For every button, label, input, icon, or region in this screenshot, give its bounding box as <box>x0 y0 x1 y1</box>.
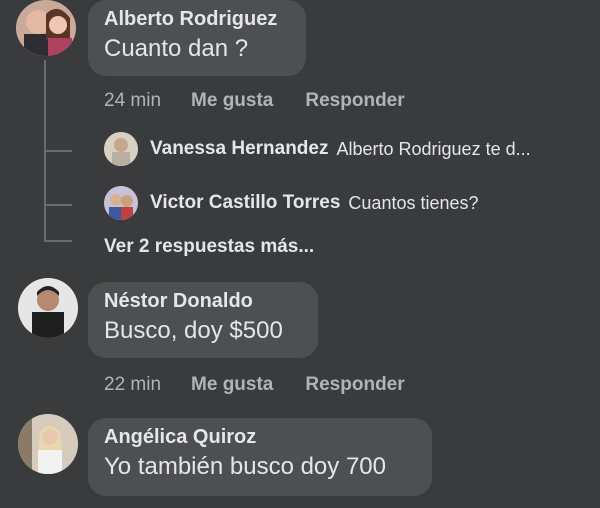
comment-author[interactable]: Néstor Donaldo <box>104 290 302 313</box>
reply-text: Alberto Rodriguez te d... <box>336 138 531 159</box>
like-button[interactable]: Me gusta <box>191 90 273 112</box>
comment-bubble: Angélica Quiroz Yo también busco doy 700 <box>88 418 432 496</box>
comment-time[interactable]: 22 min <box>104 374 161 396</box>
view-more-replies-link[interactable]: Ver 2 respuestas más... <box>104 236 314 258</box>
reply-button[interactable]: Responder <box>305 374 404 396</box>
avatar-couple-photo <box>16 0 76 56</box>
avatar-angelica[interactable] <box>18 414 78 474</box>
avatar-nestor[interactable] <box>18 278 78 338</box>
avatar-photo <box>18 414 78 474</box>
comment-text: Cuanto dan ? <box>104 35 249 62</box>
avatar-photo <box>18 278 78 338</box>
avatar-photo <box>104 186 138 220</box>
avatar-alberto[interactable] <box>16 0 76 56</box>
comment-author[interactable]: Angélica Quiroz <box>104 426 416 449</box>
thread-branch <box>44 240 72 242</box>
reply-author[interactable]: Vanessa Hernandez <box>150 138 328 160</box>
comment-actions: 24 min Me gusta Responder <box>104 90 405 112</box>
comment-bubble: Alberto Rodriguez Cuanto dan ? <box>88 0 306 76</box>
comment-text: Busco, doy $500 <box>104 317 283 344</box>
like-button[interactable]: Me gusta <box>191 374 273 396</box>
avatar-vanessa[interactable] <box>104 132 138 166</box>
reply-text: Cuantos tienes? <box>348 192 479 213</box>
comment-bubble: Néstor Donaldo Busco, doy $500 <box>88 282 318 358</box>
thread-branch <box>44 204 72 206</box>
thread-branch <box>44 150 72 152</box>
reply-button[interactable]: Responder <box>305 90 404 112</box>
avatar-photo <box>104 132 138 166</box>
avatar-victor[interactable] <box>104 186 138 220</box>
comment-actions: 22 min Me gusta Responder <box>104 374 405 396</box>
reply-author[interactable]: Victor Castillo Torres <box>150 192 340 214</box>
comment-text: Yo también busco doy 700 <box>104 453 386 480</box>
reply-item[interactable]: Vanessa Hernandez Alberto Rodriguez te d… <box>104 132 531 166</box>
comment-author[interactable]: Alberto Rodriguez <box>104 8 290 31</box>
reply-item[interactable]: Victor Castillo Torres Cuantos tienes? <box>104 186 479 220</box>
comment-time[interactable]: 24 min <box>104 90 161 112</box>
